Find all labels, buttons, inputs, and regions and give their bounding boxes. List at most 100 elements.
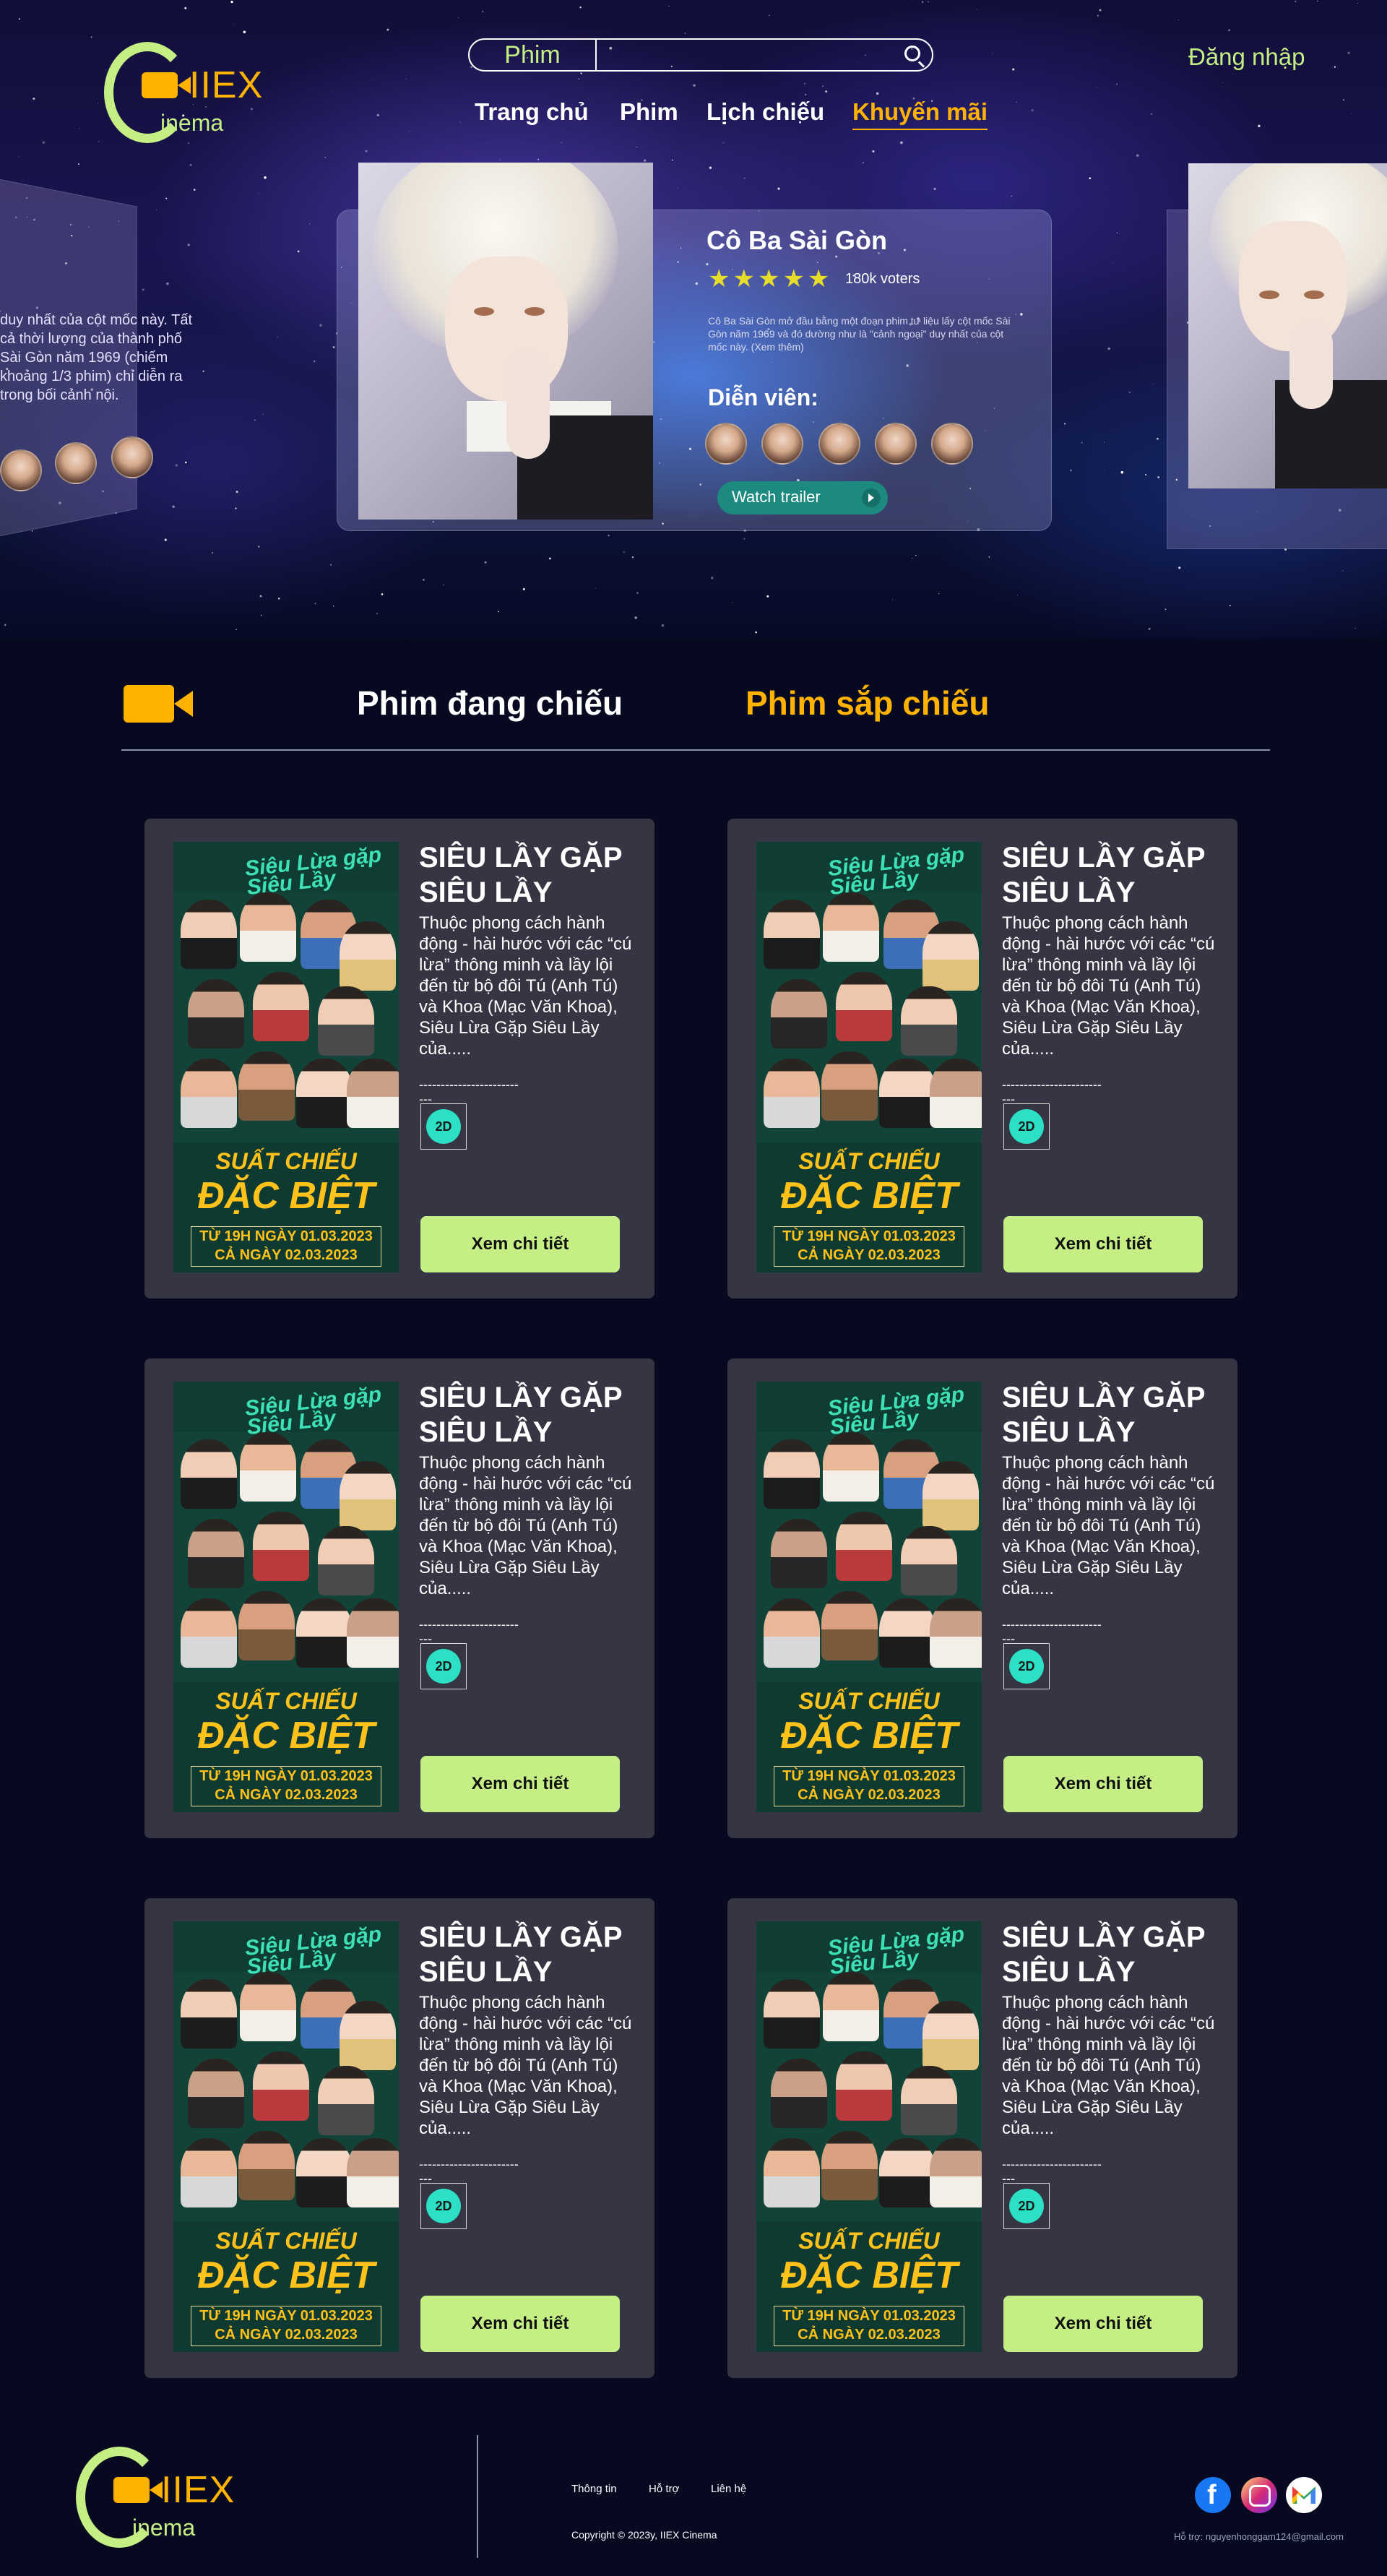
movie-card[interactable]: Siêu Lừa gặp Siêu Lầy SUẤT CHIẾU ĐẶC BIỆ…: [727, 1358, 1237, 1838]
poster-cast-figure: [879, 1598, 936, 1668]
movie-card[interactable]: Siêu Lừa gặp Siêu Lầy SUẤT CHIẾU ĐẶC BIỆ…: [144, 819, 654, 1298]
hero-banner: IIEX inema Phim Trang chủ Phim Lịch chiế…: [0, 0, 1387, 639]
poster-cast-figure: [771, 1519, 827, 1588]
view-details-button[interactable]: Xem chi tiết: [1003, 2296, 1203, 2352]
poster-date-line: TỪ 19H NGÀY 01.03.2023: [199, 1228, 373, 1244]
movie-title[interactable]: SIÊU LẦY GẶP SIÊU LẦY: [419, 840, 636, 910]
view-details-button[interactable]: Xem chi tiết: [420, 2296, 620, 2352]
logo-camera-icon: [142, 72, 191, 98]
view-details-button[interactable]: Xem chi tiết: [1003, 1216, 1203, 1272]
gmail-icon[interactable]: [1286, 2477, 1322, 2513]
poster-cast-figure: [238, 1591, 295, 1660]
instagram-icon[interactable]: [1241, 2477, 1277, 2513]
movie-description: Thuộc phong cách hành động - hài hước vớ…: [1002, 1453, 1215, 1598]
search-bar[interactable]: Phim: [468, 38, 933, 72]
prev-cast-avatar[interactable]: [0, 449, 42, 491]
search-icon[interactable]: [904, 46, 920, 61]
dashed-separator: -----------------------: [419, 1617, 519, 1632]
tab-now-showing[interactable]: Phim đang chiếu: [357, 684, 623, 723]
cast-avatar[interactable]: [705, 423, 747, 465]
movie-card[interactable]: Siêu Lừa gặp Siêu Lầy SUẤT CHIẾU ĐẶC BIỆ…: [727, 819, 1237, 1298]
poster-cast-figure: [922, 921, 979, 991]
footer-logo[interactable]: IIEX inema: [76, 2447, 242, 2555]
format-badge: 2D: [420, 1643, 467, 1689]
cast-avatar[interactable]: [761, 423, 803, 465]
movie-title[interactable]: SIÊU LẦY GẶP SIÊU LẦY: [419, 1380, 636, 1449]
brand-logo[interactable]: IIEX inema: [104, 42, 270, 150]
login-link[interactable]: Đăng nhập: [1188, 43, 1305, 71]
poster-cast-figure: [764, 1059, 820, 1128]
cast-avatar[interactable]: [875, 423, 917, 465]
footer-link-contact[interactable]: Liên hệ: [711, 2483, 746, 2495]
poster-date-line: CẢ NGÀY 02.03.2023: [798, 2327, 941, 2343]
cast-avatar[interactable]: [818, 423, 860, 465]
poster-date-line: CẢ NGÀY 02.03.2023: [798, 1247, 941, 1263]
poster-cast-figure: [240, 892, 296, 962]
poster-date-box: TỪ 19H NGÀY 01.03.2023 CẢ NGÀY 02.03.202…: [191, 1766, 381, 1806]
movie-card[interactable]: Siêu Lừa gặp Siêu Lầy SUẤT CHIẾU ĐẶC BIỆ…: [727, 1898, 1237, 2378]
prev-cast-avatar[interactable]: [55, 442, 97, 484]
format-badge: 2D: [1003, 1643, 1050, 1689]
format-2d-icon: 2D: [1009, 1649, 1044, 1684]
movie-description: Thuộc phong cách hành động - hài hước vớ…: [419, 913, 632, 1059]
poster-cast-figure: [318, 2066, 374, 2135]
view-details-button[interactable]: Xem chi tiết: [1003, 1756, 1203, 1812]
poster-headline: ĐẶC BIỆT: [197, 2254, 375, 2296]
nav-item-movies[interactable]: Phim: [620, 98, 678, 126]
dashed-separator: -----------------------: [1002, 2157, 1102, 2171]
format-2d-icon: 2D: [1009, 2189, 1044, 2223]
poster-cast-figure: [181, 1059, 237, 1128]
video-camera-icon: [124, 685, 193, 723]
poster-cast-figure: [240, 1432, 296, 1502]
format-badge: 2D: [1003, 2183, 1050, 2229]
format-2d-icon: 2D: [426, 2189, 461, 2223]
view-details-button[interactable]: Xem chi tiết: [420, 1216, 620, 1272]
logo-wordmark: IIEX: [161, 2469, 236, 2511]
movie-title[interactable]: SIÊU LẦY GẶP SIÊU LẦY: [1002, 840, 1219, 910]
movie-description: Thuộc phong cách hành động - hài hước vớ…: [1002, 913, 1215, 1059]
movie-poster[interactable]: Siêu Lừa gặp Siêu Lầy SUẤT CHIẾU ĐẶC BIỆ…: [756, 1921, 982, 2352]
search-category-select[interactable]: Phim: [470, 40, 597, 70]
carousel-next-poster[interactable]: [1188, 163, 1387, 488]
footer-link-support[interactable]: Hỗ trợ: [649, 2483, 679, 2495]
featured-movie-poster[interactable]: [358, 163, 653, 520]
poster-cast-figure: [764, 1979, 820, 2049]
nav-item-home[interactable]: Trang chủ: [475, 98, 589, 126]
cast-avatar[interactable]: [931, 423, 973, 465]
poster-date-box: TỪ 19H NGÀY 01.03.2023 CẢ NGÀY 02.03.202…: [191, 2306, 381, 2346]
movie-title[interactable]: SIÊU LẦY GẶP SIÊU LẦY: [1002, 1380, 1219, 1449]
format-2d-icon: 2D: [426, 1109, 461, 1144]
tab-coming-soon[interactable]: Phim sắp chiếu: [746, 684, 989, 723]
movie-poster[interactable]: Siêu Lừa gặp Siêu Lầy SUẤT CHIẾU ĐẶC BIỆ…: [173, 842, 399, 1272]
movie-title[interactable]: SIÊU LẦY GẶP SIÊU LẦY: [1002, 1920, 1219, 1989]
poster-cast-figure: [764, 1439, 820, 1509]
movie-poster[interactable]: Siêu Lừa gặp Siêu Lầy SUẤT CHIẾU ĐẶC BIỆ…: [173, 1382, 399, 1812]
movie-poster[interactable]: Siêu Lừa gặp Siêu Lầy SUẤT CHIẾU ĐẶC BIỆ…: [756, 1382, 982, 1812]
poster-cast-figure: [238, 2131, 295, 2200]
movie-poster[interactable]: Siêu Lừa gặp Siêu Lầy SUẤT CHIẾU ĐẶC BIỆ…: [756, 842, 982, 1272]
poster-cast-figure: [253, 1512, 309, 1581]
movie-card[interactable]: Siêu Lừa gặp Siêu Lầy SUẤT CHIẾU ĐẶC BIỆ…: [144, 1358, 654, 1838]
poster-cast-figure: [764, 2138, 820, 2207]
nav-item-promotions[interactable]: Khuyến mãi: [852, 98, 988, 130]
movie-card[interactable]: Siêu Lừa gặp Siêu Lầy SUẤT CHIẾU ĐẶC BIỆ…: [144, 1898, 654, 2378]
poster-cast-figure: [347, 1598, 399, 1668]
poster-cast-figure: [879, 2138, 936, 2207]
facebook-icon[interactable]: [1195, 2477, 1231, 2513]
poster-date-line: CẢ NGÀY 02.03.2023: [798, 1787, 941, 1803]
poster-caption: SUẤT CHIẾU: [215, 1148, 357, 1174]
poster-headline: ĐẶC BIỆT: [197, 1175, 375, 1217]
featured-movie-title[interactable]: Cô Ba Sài Gòn: [707, 225, 887, 256]
poster-cast-figure: [181, 1979, 237, 2049]
poster-cast-figure: [922, 1461, 979, 1530]
nav-item-showtimes[interactable]: Lịch chiếu: [707, 98, 824, 126]
view-details-button[interactable]: Xem chi tiết: [420, 1756, 620, 1812]
footer-link-info[interactable]: Thông tin: [571, 2483, 617, 2495]
prev-cast-avatar[interactable]: [111, 436, 153, 478]
movie-poster[interactable]: Siêu Lừa gặp Siêu Lầy SUẤT CHIẾU ĐẶC BIỆ…: [173, 1921, 399, 2352]
dashed-separator: -----------------------: [1002, 1617, 1102, 1632]
poster-date-line: TỪ 19H NGÀY 01.03.2023: [782, 1228, 956, 1244]
watch-trailer-button[interactable]: Watch trailer: [717, 481, 888, 514]
movie-title[interactable]: SIÊU LẦY GẶP SIÊU LẦY: [419, 1920, 636, 1989]
poster-cast-figure: [879, 1059, 936, 1128]
